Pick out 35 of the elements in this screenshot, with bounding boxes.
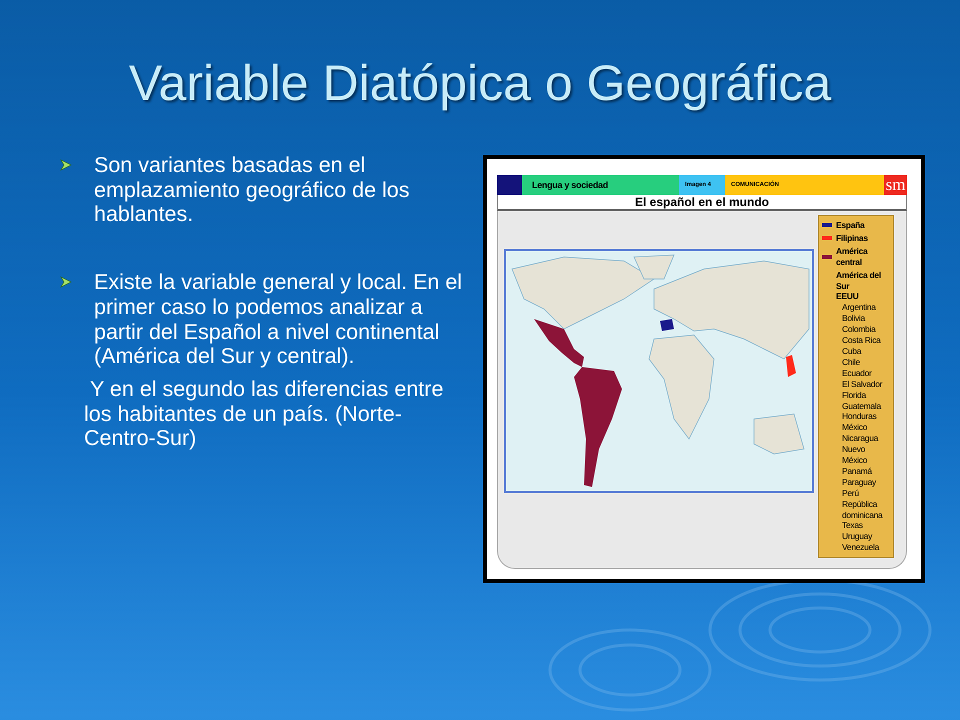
legend-country: Cuba bbox=[841, 346, 862, 357]
legend-country: Venezuela bbox=[841, 542, 880, 554]
header-block bbox=[497, 175, 522, 195]
legend-country: Guatemala bbox=[841, 400, 882, 412]
legend-country: Argentina bbox=[841, 302, 877, 314]
legend-country: Uruguay bbox=[841, 531, 874, 542]
legend-label: América central bbox=[836, 246, 869, 268]
legend-country: Paraguay bbox=[841, 476, 878, 488]
legend-label: América del Sur bbox=[835, 270, 882, 292]
legend-label: EEUU bbox=[835, 291, 860, 302]
legend-country: Nicaragua bbox=[841, 433, 880, 444]
legend-country: Ecuador bbox=[841, 368, 873, 379]
legend-country: República dominicana bbox=[841, 498, 884, 520]
legend-country: Florida bbox=[841, 390, 868, 400]
arrowhead-bullet-icon bbox=[60, 159, 72, 171]
legend-country: El Salvador bbox=[841, 378, 884, 390]
legend-country: Chile bbox=[841, 356, 861, 368]
legend-country: Perú bbox=[841, 488, 860, 499]
slide-title: Variable Diatópica o Geográfica bbox=[128, 54, 832, 111]
legend-country: Colombia bbox=[841, 324, 877, 336]
bullet-text: Son variantes basadas en el emplazamiento geográfico de los hablantes. bbox=[94, 153, 411, 228]
legend-label: España bbox=[836, 220, 864, 231]
paragraph-text: Y en el segundo las diferencias entre los habitantes de un país. (Norte-Centro-Sur) bbox=[83, 377, 444, 452]
legend-country: Texas bbox=[841, 520, 864, 532]
section-label: Lengua y sociedad bbox=[522, 175, 679, 195]
arrowhead-bullet-icon bbox=[60, 276, 72, 288]
legend-country: Nuevo México bbox=[841, 444, 868, 466]
legend-country: Costa Rica bbox=[841, 335, 882, 346]
legend-country: México bbox=[841, 422, 868, 434]
legend-label: Filipinas bbox=[836, 232, 868, 244]
legend-country: Panamá bbox=[841, 466, 874, 477]
publisher-logo: sm bbox=[884, 175, 907, 195]
legend-country: Honduras bbox=[841, 411, 878, 422]
bullet-text: Existe la variable general y local. En el primer caso lo podemos analizar a partir del Español a nivel continental (América del Sur y central). bbox=[94, 270, 464, 370]
legend-country: Bolivia bbox=[841, 313, 866, 324]
